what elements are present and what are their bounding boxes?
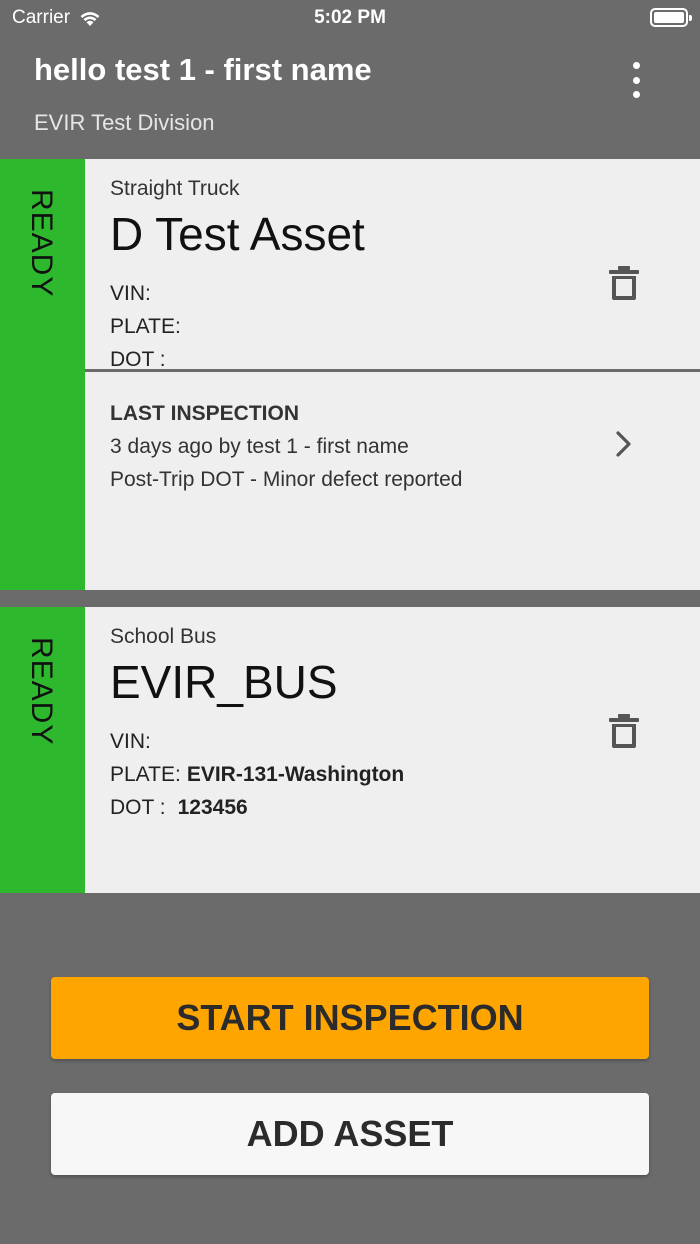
asset-name: EVIR_BUS [110, 656, 338, 708]
last-inspection-heading: LAST INSPECTION [110, 402, 300, 425]
asset-type: School Bus [110, 625, 217, 648]
chevron-right-icon[interactable] [614, 429, 634, 459]
trash-icon[interactable] [608, 265, 640, 301]
plate-label: PLATE: [110, 315, 181, 338]
app-header: hello test 1 - first name EVIR Test Divi… [0, 38, 700, 158]
trash-icon[interactable] [608, 713, 640, 749]
dot-label: DOT : [110, 796, 166, 819]
plate-row: PLATE: [110, 310, 187, 343]
division-subtitle: EVIR Test Division [34, 110, 215, 135]
vin-label: VIN: [110, 730, 151, 753]
asset-fields: VIN: PLATE: DOT : [110, 277, 187, 376]
asset-type: Straight Truck [110, 177, 240, 200]
asset-card[interactable]: READY Straight Truck D Test Asset VIN: P… [0, 159, 700, 590]
asset-fields: VIN: PLATE: EVIR-131-Washington DOT : 12… [110, 725, 404, 824]
page-title: hello test 1 - first name [34, 52, 372, 87]
asset-name: D Test Asset [110, 208, 365, 260]
clock: 5:02 PM [314, 7, 386, 28]
plate-value: EVIR-131-Washington [186, 763, 405, 786]
battery-icon [650, 8, 692, 27]
last-inspection-when: 3 days ago by test 1 - first name [110, 435, 409, 458]
start-inspection-button[interactable]: START INSPECTION [51, 977, 649, 1059]
status-label: READY [25, 637, 58, 746]
status-strip: READY [0, 159, 85, 590]
vin-row: VIN: [110, 725, 404, 758]
plate-row: PLATE: EVIR-131-Washington [110, 758, 404, 791]
card-divider [85, 369, 700, 372]
dot-row: DOT : 123456 [110, 791, 404, 824]
more-vertical-icon[interactable] [624, 60, 648, 100]
status-label: READY [25, 189, 58, 298]
plate-label: PLATE: [110, 763, 181, 786]
last-inspection[interactable]: LAST INSPECTION 3 days ago by test 1 - f… [110, 397, 462, 496]
status-bar: Carrier 5:02 PM [0, 0, 700, 38]
last-inspection-result: Post-Trip DOT - Minor defect reported [110, 468, 463, 491]
status-strip: READY [0, 607, 85, 893]
vin-label: VIN: [110, 282, 151, 305]
dot-value: 123456 [177, 796, 248, 819]
add-asset-button[interactable]: ADD ASSET [51, 1093, 649, 1175]
vin-row: VIN: [110, 277, 187, 310]
asset-card[interactable]: READY School Bus EVIR_BUS VIN: PLATE: EV… [0, 607, 700, 893]
